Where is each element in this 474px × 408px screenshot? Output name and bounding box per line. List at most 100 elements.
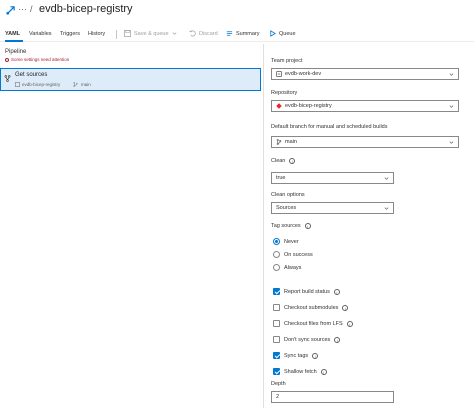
save-icon <box>124 30 131 37</box>
tab-variables[interactable]: Variables <box>29 31 52 37</box>
sync-tags-checkbox[interactable]: Sync tags i <box>273 352 319 359</box>
save-queue-button[interactable]: Save & queue <box>124 30 177 37</box>
chevron-down-icon <box>449 105 454 108</box>
get-sources-item[interactable]: Get sources evdb-bicep-registry main <box>0 68 261 91</box>
info-icon[interactable]: i <box>304 223 311 229</box>
summary-label: Summary <box>236 30 260 37</box>
summary-button[interactable]: Summary <box>226 30 260 37</box>
tag-option-never[interactable]: Never <box>273 238 299 245</box>
discard-label: Discard <box>199 30 218 37</box>
shallow-fetch-checkbox[interactable]: Shallow fetch i <box>273 368 327 375</box>
report-build-status-checkbox[interactable]: Report build status i <box>273 288 340 295</box>
tag-sources-label-row: Tag sources i <box>271 223 311 229</box>
chevron-down-icon <box>172 32 176 35</box>
summary-icon <box>226 31 233 36</box>
tag-option-always[interactable]: Always <box>273 264 301 271</box>
page-title: evdb-bicep-registry <box>39 3 133 15</box>
repository-value: evdb-bicep-registry <box>285 103 332 109</box>
get-sources-branch: main <box>73 82 91 87</box>
checkbox[interactable] <box>273 368 280 375</box>
info-icon[interactable]: i <box>289 158 296 164</box>
active-tab-indicator <box>5 40 23 42</box>
radio-button[interactable] <box>273 238 280 245</box>
info-icon[interactable]: i <box>342 304 349 311</box>
pipeline-warning-text: Some settings need attention <box>11 57 70 62</box>
default-branch-select[interactable]: main <box>271 136 459 148</box>
error-icon <box>5 57 9 62</box>
tag-option-label: Always <box>284 264 302 271</box>
info-icon[interactable]: i <box>320 368 327 375</box>
checkbox-label: Report build status <box>284 288 330 295</box>
git-repo-icon <box>276 103 282 109</box>
checkout-lfs-checkbox[interactable]: Checkout files from LFS i <box>273 320 353 327</box>
play-icon <box>270 30 276 37</box>
info-icon[interactable]: i <box>334 336 341 343</box>
tag-option-label: Never <box>284 238 299 245</box>
chevron-down-icon <box>449 141 454 144</box>
info-icon[interactable]: i <box>312 352 319 359</box>
branch-icon <box>276 139 282 145</box>
get-sources-repo-name: evdb-bicep-registry <box>22 82 61 87</box>
tag-option-label: On success <box>284 251 313 258</box>
toolbar: YAML Variables Triggers History Save & q… <box>0 28 474 42</box>
branch-icon <box>73 82 78 87</box>
depth-label: Depth <box>271 381 286 387</box>
checkbox-label: Shallow fetch <box>284 368 317 375</box>
clean-options-label: Clean options <box>271 192 305 198</box>
team-project-select[interactable]: evdb-work-dev <box>271 68 459 80</box>
get-sources-title: Get sources <box>15 72 48 78</box>
header: ··· / evdb-bicep-registry <box>0 0 474 22</box>
dont-sync-sources-checkbox[interactable]: Don't sync sources i <box>273 336 341 343</box>
tag-sources-label: Tag sources <box>271 223 301 229</box>
clean-select[interactable]: true <box>271 172 394 184</box>
chevron-down-icon <box>384 207 389 210</box>
checkbox[interactable] <box>273 304 280 311</box>
checkout-submodules-checkbox[interactable]: Checkout submodules i <box>273 304 349 311</box>
settings-pane: Team project evdb-work-dev Repository ev… <box>264 44 474 408</box>
project-icon <box>276 71 282 77</box>
tab-history[interactable]: History <box>88 31 105 37</box>
info-icon[interactable]: i <box>333 288 340 295</box>
more-options-button[interactable]: ··· <box>18 4 27 14</box>
checkbox-label: Sync tags <box>284 352 309 359</box>
discard-button[interactable]: Discard <box>189 30 218 37</box>
info-icon[interactable]: i <box>346 320 353 327</box>
pipelines-icon <box>6 6 15 15</box>
team-project-label: Team project <box>271 58 303 64</box>
repository-select[interactable]: evdb-bicep-registry <box>271 100 459 112</box>
chevron-down-icon <box>384 177 389 180</box>
checkbox-label: Checkout files from LFS <box>284 320 343 327</box>
checkbox[interactable] <box>273 288 280 295</box>
queue-label: Queue <box>279 30 296 37</box>
tag-option-on-success[interactable]: On success <box>273 251 313 258</box>
team-project-value: evdb-work-dev <box>285 71 322 77</box>
checkbox[interactable] <box>273 320 280 327</box>
default-branch-label: Default branch for manual and scheduled … <box>271 124 388 130</box>
undo-icon <box>189 30 196 37</box>
chevron-down-icon <box>449 73 454 76</box>
get-sources-repo: evdb-bicep-registry <box>15 82 60 87</box>
clean-label: Clean <box>271 158 286 164</box>
checkbox-label: Checkout submodules <box>284 304 339 311</box>
clean-label-row: Clean i <box>271 158 296 164</box>
tab-triggers[interactable]: Triggers <box>60 31 80 37</box>
source-branch-icon <box>4 75 11 82</box>
breadcrumb-separator: / <box>30 4 33 14</box>
pipeline-tasks-pane: Pipeline Some settings need attention Ge… <box>0 44 263 408</box>
clean-options-select[interactable]: Sources <box>271 202 394 214</box>
toolbar-separator <box>116 30 117 39</box>
clean-value: true <box>276 175 286 181</box>
depth-input[interactable]: 2 <box>271 391 394 403</box>
radio-button[interactable] <box>273 251 280 258</box>
repository-label: Repository <box>271 90 298 96</box>
checkbox[interactable] <box>273 336 280 343</box>
queue-button[interactable]: Queue <box>269 30 296 37</box>
radio-button[interactable] <box>273 264 280 271</box>
pipeline-title[interactable]: Pipeline <box>5 49 26 55</box>
repo-icon <box>15 82 20 87</box>
save-queue-label: Save & queue <box>134 30 169 37</box>
pipeline-warning: Some settings need attention <box>5 57 69 62</box>
clean-options-value: Sources <box>276 205 297 211</box>
checkbox[interactable] <box>273 352 280 359</box>
tab-yaml[interactable]: YAML <box>5 31 20 37</box>
